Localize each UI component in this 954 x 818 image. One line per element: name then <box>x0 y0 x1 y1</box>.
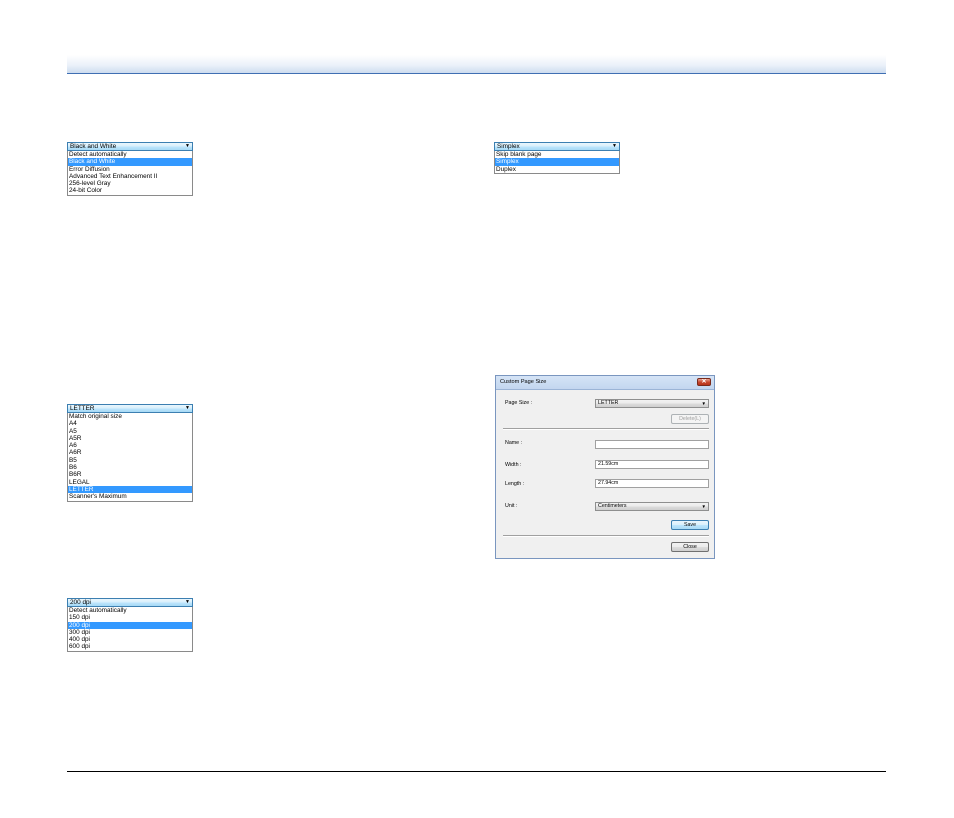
unit-label: Unit : <box>505 503 518 509</box>
resolution-dropdown[interactable]: 200 dpi ▼ Detect automatically 150 dpi 200 d… <box>67 598 193 652</box>
length-label: Length : <box>505 481 525 487</box>
page-size-select-value: LETTER <box>598 400 619 406</box>
width-label: Width : <box>505 462 522 468</box>
name-field[interactable] <box>595 440 709 449</box>
dropdown-option[interactable]: Black and White <box>68 158 192 166</box>
page-size-dropdown[interactable]: LETTER ▼ Match original size A4 A5 A5R A6 A6R B5… <box>67 404 193 502</box>
scanning-side-dropdown[interactable]: Simplex ▼ Skip blank page Simplex Duplex <box>494 142 620 174</box>
dropdown-list: Skip blank page Simplex Duplex <box>494 151 620 174</box>
dropdown-option[interactable]: Scanner's Maximum <box>68 493 192 500</box>
dropdown-list: Detect automatically Black and White Error… <box>67 151 193 196</box>
dropdown-option[interactable]: B5 <box>68 457 192 464</box>
dropdown-option[interactable]: Simplex <box>495 158 619 166</box>
dropdown-list: Detect automatically 150 dpi 200 dpi 300 dp… <box>67 607 193 652</box>
width-field[interactable]: 21.59cm <box>595 460 709 469</box>
page-size-label: Page Size : <box>505 400 533 406</box>
save-button[interactable]: Save <box>671 520 709 530</box>
dialog-divider <box>503 428 709 430</box>
dropdown-option[interactable]: 24-bit Color <box>68 187 192 194</box>
length-field[interactable]: 27.94cm <box>595 479 709 488</box>
dropdown-option[interactable]: 256-level Gray <box>68 180 192 187</box>
dropdown-option[interactable]: Error Diffusion <box>68 166 192 173</box>
page-footer-rule <box>67 771 886 772</box>
dropdown-selected-value: Black and White <box>70 143 117 150</box>
unit-select-value: Centimeters <box>598 503 627 509</box>
dropdown-option[interactable]: 200 dpi <box>68 621 192 629</box>
dialog-divider <box>503 535 709 537</box>
dropdown-option[interactable]: A6 <box>68 442 192 449</box>
chevron-down-icon[interactable]: ▼ <box>185 143 190 150</box>
unit-select[interactable]: Centimeters ▼ <box>595 502 709 511</box>
dropdown-selected-value: Simplex <box>497 143 520 150</box>
dropdown-selected-value: 200 dpi <box>70 599 91 606</box>
dropdown-combo[interactable]: LETTER ▼ <box>67 404 193 413</box>
close-button[interactable]: Close <box>671 542 709 552</box>
dropdown-option[interactable]: A5 <box>68 428 192 435</box>
dropdown-option[interactable]: Detect automatically <box>68 151 192 158</box>
dropdown-option[interactable]: B6R <box>68 471 192 478</box>
dropdown-option[interactable]: 600 dpi <box>68 643 192 650</box>
dropdown-selected-value: LETTER <box>70 405 95 412</box>
dropdown-option[interactable]: Detect automatically <box>68 607 192 614</box>
dropdown-list: Match original size A4 A5 A5R A6 A6R B5 B6 B6R LE… <box>67 413 193 502</box>
dropdown-option[interactable]: LETTER <box>68 485 192 494</box>
chevron-down-icon[interactable]: ▼ <box>612 143 617 150</box>
dropdown-option[interactable]: 300 dpi <box>68 629 192 636</box>
name-label: Name : <box>505 440 523 446</box>
dialog-titlebar[interactable]: Custom Page Size ✕ <box>496 376 714 390</box>
dropdown-option[interactable]: A6R <box>68 449 192 456</box>
chevron-down-icon[interactable]: ▼ <box>185 405 190 412</box>
page-header-band <box>67 55 886 74</box>
dropdown-option[interactable]: Match original size <box>68 413 192 420</box>
chevron-down-icon[interactable]: ▼ <box>185 599 190 606</box>
page-size-select[interactable]: LETTER ▼ <box>595 399 709 408</box>
dropdown-combo[interactable]: 200 dpi ▼ <box>67 598 193 607</box>
dropdown-option[interactable]: Advanced Text Enhancement II <box>68 173 192 180</box>
dropdown-option[interactable]: B6 <box>68 464 192 471</box>
delete-button[interactable]: Delete(L) <box>671 414 709 424</box>
chevron-down-icon: ▼ <box>701 504 706 509</box>
custom-page-size-dialog: Custom Page Size ✕ Page Size : LETTER ▼ … <box>495 375 715 559</box>
close-icon[interactable]: ✕ <box>697 378 711 386</box>
dropdown-option[interactable]: 150 dpi <box>68 614 192 621</box>
dropdown-option[interactable]: Duplex <box>495 166 619 173</box>
dialog-title: Custom Page Size <box>500 379 547 385</box>
chevron-down-icon: ▼ <box>701 401 706 406</box>
dropdown-option[interactable]: LEGAL <box>68 479 192 486</box>
dialog-body: Page Size : LETTER ▼ Delete(L) Name : Wi… <box>499 391 711 556</box>
dropdown-option[interactable]: A4 <box>68 420 192 427</box>
dropdown-option[interactable]: Skip blank page <box>495 151 619 158</box>
dropdown-combo[interactable]: Simplex ▼ <box>494 142 620 151</box>
dropdown-option[interactable]: A5R <box>68 435 192 442</box>
dropdown-combo[interactable]: Black and White ▼ <box>67 142 193 151</box>
color-mode-dropdown[interactable]: Black and White ▼ Detect automatically Blac… <box>67 142 193 196</box>
dropdown-option[interactable]: 400 dpi <box>68 636 192 643</box>
